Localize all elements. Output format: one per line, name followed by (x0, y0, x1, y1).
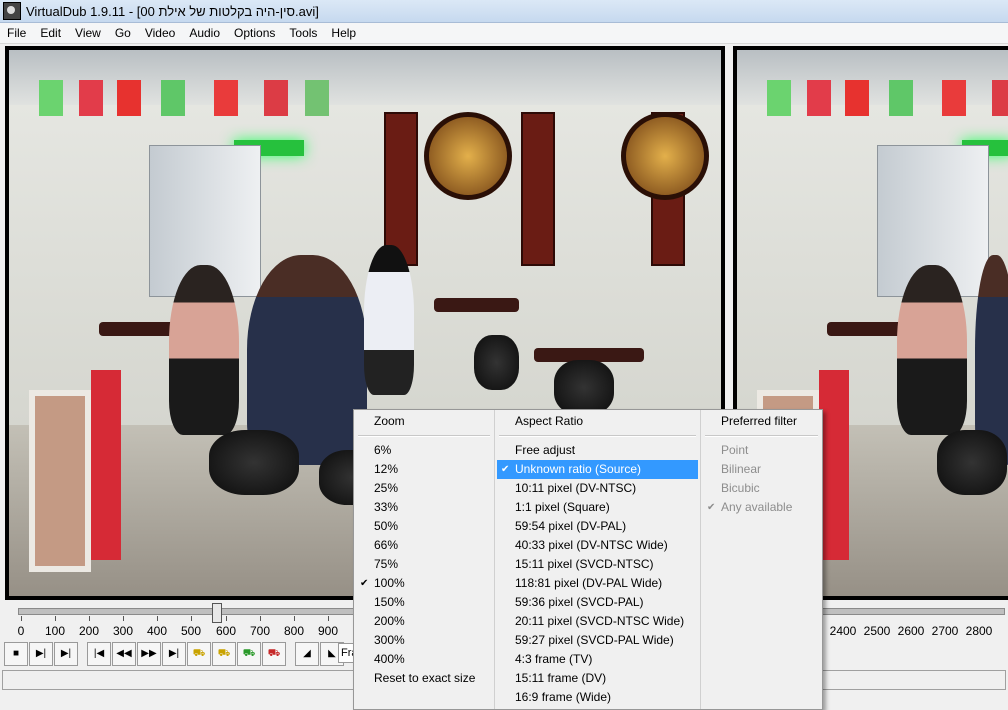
go-start-button[interactable]: |◀ (87, 642, 111, 666)
zoom-25[interactable]: 25% (356, 479, 492, 498)
window-title: VirtualDub 1.9.11 - [00 סין-היה בקלטות ש… (26, 3, 319, 19)
menu-view[interactable]: View (68, 23, 108, 43)
zoom-75[interactable]: 75% (356, 555, 492, 574)
tick-label: 2600 (897, 624, 925, 638)
tick-label: 200 (78, 624, 100, 638)
menu-audio[interactable]: Audio (182, 23, 227, 43)
aspect-20-11-svcd-ntsc-wide[interactable]: 20:11 pixel (SVCD-NTSC Wide) (497, 612, 698, 631)
go-start-icon: |◀ (93, 648, 105, 659)
zoom-6[interactable]: 6% (356, 441, 492, 460)
zoom-12[interactable]: 12% (356, 460, 492, 479)
go-end-icon: ▶| (168, 648, 180, 659)
menu-tools[interactable]: Tools (282, 23, 324, 43)
zoom-separator (358, 435, 490, 437)
step-forward-button[interactable]: ▶▶ (137, 642, 161, 666)
zoom-300[interactable]: 300% (356, 631, 492, 650)
step-back-button[interactable]: ◀◀ (112, 642, 136, 666)
zoom-100[interactable]: 100% (356, 574, 492, 593)
mark-out-icon: ◣ (328, 648, 336, 659)
filter-separator (705, 435, 818, 437)
zoom-400[interactable]: 400% (356, 650, 492, 669)
menu-file[interactable]: File (0, 23, 33, 43)
go-end-button[interactable]: ▶| (162, 642, 186, 666)
mark-in-icon: ◢ (303, 648, 311, 659)
tick-label: 900 (317, 624, 339, 638)
aspect-15-11-svcd-ntsc[interactable]: 15:11 pixel (SVCD-NTSC) (497, 555, 698, 574)
tick-label: 2800 (965, 624, 993, 638)
tick-label: 100 (44, 624, 66, 638)
play-output-button[interactable]: ▶| (54, 642, 78, 666)
preferred-filter-header: Preferred filter (721, 414, 798, 428)
menu-video[interactable]: Video (138, 23, 182, 43)
aspect-4-3-frame-tv[interactable]: 4:3 frame (TV) (497, 650, 698, 669)
next-keyframe-button[interactable]: ⛟ (212, 642, 236, 666)
zoom-reset-exact-size[interactable]: Reset to exact size (356, 669, 492, 688)
next-keyframe-icon: ⛟ (217, 648, 231, 659)
filter-bicubic: Bicubic (721, 481, 760, 495)
zoom-header: Zoom (374, 414, 405, 428)
prev-keyframe-icon: ⛟ (192, 648, 206, 659)
preferred-filter-column: Preferred filter Point Bilinear Bicubic … (701, 410, 822, 709)
stop-button[interactable]: ■ (4, 642, 28, 666)
filter-bilinear: Bilinear (721, 462, 762, 476)
tick-label: 700 (249, 624, 271, 638)
tick-label: 400 (146, 624, 168, 638)
menu-options[interactable]: Options (227, 23, 282, 43)
zoom-33[interactable]: 33% (356, 498, 492, 517)
menu-edit[interactable]: Edit (33, 23, 68, 43)
aspect-16-9-frame-wide[interactable]: 16:9 frame (Wide) (497, 688, 698, 707)
step-forward-icon: ▶▶ (141, 648, 157, 659)
aspect-59-36-svcd-pal[interactable]: 59:36 pixel (SVCD-PAL) (497, 593, 698, 612)
mark-in-button[interactable]: ◢ (295, 642, 319, 666)
tick-label: 2400 (829, 624, 857, 638)
aspect-ratio-column: Aspect Ratio Free adjust Unknown ratio (… (495, 410, 701, 709)
virtualdub-app-icon[interactable] (3, 2, 21, 20)
video-pane-context-menu: Zoom 6% 12% 25% 33% 50% 66% 75% 100% 150… (353, 409, 823, 710)
aspect-10-11-dv-ntsc[interactable]: 10:11 pixel (DV-NTSC) (497, 479, 698, 498)
filter-point: Point (721, 443, 749, 457)
position-slider-thumb[interactable] (212, 603, 222, 623)
menu-go[interactable]: Go (108, 23, 138, 43)
tick-label: 300 (112, 624, 134, 638)
next-scene-icon: ⛟ (267, 648, 281, 659)
filter-any-available: Any available (703, 498, 820, 517)
tick-label: 800 (283, 624, 305, 638)
play-input-icon: ▶| (35, 648, 47, 659)
tick-label: 500 (180, 624, 202, 638)
step-back-icon: ◀◀ (116, 648, 132, 659)
play-output-icon: ▶| (60, 648, 72, 659)
zoom-66[interactable]: 66% (356, 536, 492, 555)
aspect-ratio-header: Aspect Ratio (515, 414, 584, 428)
zoom-50[interactable]: 50% (356, 517, 492, 536)
zoom-column: Zoom 6% 12% 25% 33% 50% 66% 75% 100% 150… (354, 410, 495, 709)
menu-help[interactable]: Help (324, 23, 363, 43)
play-input-button[interactable]: ▶| (29, 642, 53, 666)
zoom-200[interactable]: 200% (356, 612, 492, 631)
aspect-free-adjust[interactable]: Free adjust (497, 441, 698, 460)
aspect-59-54-dv-pal[interactable]: 59:54 pixel (DV-PAL) (497, 517, 698, 536)
tick-label: 2500 (863, 624, 891, 638)
prev-keyframe-button[interactable]: ⛟ (187, 642, 211, 666)
aspect-15-11-frame-dv[interactable]: 15:11 frame (DV) (497, 669, 698, 688)
aspect-40-33-dv-ntsc-wide[interactable]: 40:33 pixel (DV-NTSC Wide) (497, 536, 698, 555)
playback-toolbar: ■ ▶| ▶| |◀ ◀◀ ▶▶ ▶| ⛟ ⛟ ⛟ ⛟ ◢ ◣ (4, 642, 345, 668)
next-scene-button[interactable]: ⛟ (262, 642, 286, 666)
aspect-1-1-square[interactable]: 1:1 pixel (Square) (497, 498, 698, 517)
aspect-59-27-svcd-pal-wide[interactable]: 59:27 pixel (SVCD-PAL Wide) (497, 631, 698, 650)
aspect-118-81-dv-pal-wide[interactable]: 118:81 pixel (DV-PAL Wide) (497, 574, 698, 593)
tick-label: 600 (215, 624, 237, 638)
tick-label: 0 (17, 624, 25, 638)
menu-bar: File Edit View Go Video Audio Options To… (0, 23, 1008, 44)
aspect-separator (499, 435, 696, 437)
aspect-unknown-ratio-source[interactable]: Unknown ratio (Source) (497, 460, 698, 479)
zoom-150[interactable]: 150% (356, 593, 492, 612)
prev-scene-button[interactable]: ⛟ (237, 642, 261, 666)
title-bar[interactable]: VirtualDub 1.9.11 - [00 סין-היה בקלטות ש… (0, 0, 1008, 23)
tick-label: 2700 (931, 624, 959, 638)
prev-scene-icon: ⛟ (242, 648, 256, 659)
stop-icon: ■ (12, 648, 20, 659)
